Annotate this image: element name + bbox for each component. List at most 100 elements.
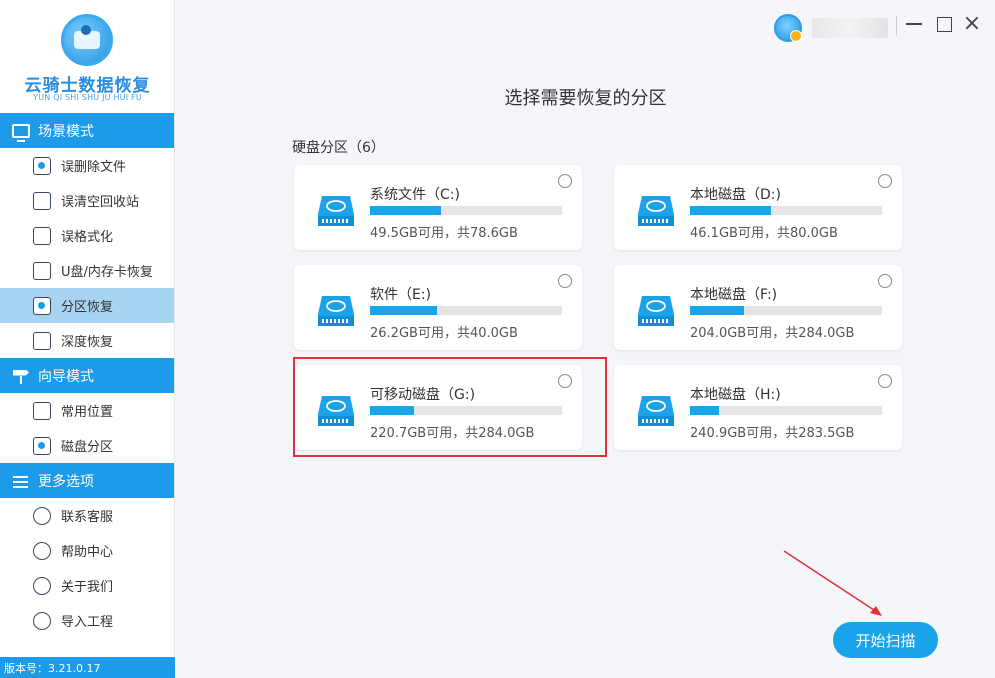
usage-bar [690,306,882,315]
minimize-button[interactable] [904,14,924,34]
maximize-button[interactable] [934,14,954,34]
hard-disk-icon [318,396,354,426]
partition-radio[interactable] [878,174,892,188]
partition-space: 220.7GB可用，共284.0GB [370,426,535,441]
nav-label: 帮助中心 [61,545,114,560]
start-scan-button[interactable]: 开始扫描 [833,622,938,658]
phone-icon [33,506,51,525]
partition-card[interactable]: 本地磁盘（F:) 204.0GB可用，共284.0GB [614,265,902,350]
vip-badge-icon [790,30,802,42]
partition-group-label: 硬盘分区（6） [292,140,385,156]
nav-label: 深度恢复 [61,335,114,350]
partition-card[interactable]: 可移动磁盘（G:) 220.7GB可用，共284.0GB [294,365,582,450]
nav-usb-card[interactable]: U盘/内存卡恢复 [0,253,174,288]
section-title: 向导模式 [38,368,94,385]
import-icon [33,611,51,630]
partition-name: 本地磁盘（F:) [690,287,778,303]
partition-name: 本地磁盘（D:) [690,187,781,203]
nav-about-us[interactable]: 关于我们 [0,568,174,603]
disk-partition-icon [33,436,51,455]
usage-bar-fill [690,206,771,215]
nav-label: 常用位置 [61,405,114,420]
hard-disk-icon [638,296,674,326]
nav-format[interactable]: 误格式化 [0,218,174,253]
usage-bar [690,206,882,215]
partition-card[interactable]: 系统文件（C:) 49.5GB可用，共78.6GB [294,165,582,250]
nav-deleted-files[interactable]: 误删除文件 [0,148,174,183]
partition-name: 可移动磁盘（G:) [370,387,476,403]
page-title: 选择需要恢复的分区 [504,88,667,109]
logo-subtitle: YUN QI SHI SHU JU HUI FU [33,93,142,102]
partition-name: 系统文件（C:) [370,187,460,203]
partition-card[interactable]: 软件（E:) 26.2GB可用，共40.0GB [294,265,582,350]
menu-icon [12,474,30,488]
nav-common-locations[interactable]: 常用位置 [0,393,174,428]
recycle-bin-icon [33,191,51,210]
nav-import-project[interactable]: 导入工程 [0,603,174,638]
nav-label: 误格式化 [61,230,114,245]
help-icon [33,541,51,560]
partition-space: 204.0GB可用，共284.0GB [690,326,855,341]
partition-radio[interactable] [558,274,572,288]
nav-label: U盘/内存卡恢复 [61,265,153,280]
pointer-arrow-icon [783,550,882,616]
format-icon [33,226,51,245]
partition-space: 240.9GB可用，共283.5GB [690,426,855,441]
partition-name: 软件（E:) [370,287,432,303]
monitor-icon [12,123,30,142]
title-bar: × [176,0,995,50]
section-title: 场景模式 [38,123,94,140]
deleted-file-icon [33,156,51,175]
section-more-options: 更多选项 [0,463,174,498]
titlebar-divider [896,16,897,36]
usage-bar [690,406,882,415]
sidebar: 云骑士数据恢复 YUN QI SHI SHU JU HUI FU 场景模式 误删… [0,0,175,678]
partition-radio[interactable] [878,374,892,388]
partition-card[interactable]: 本地磁盘（H:) 240.9GB可用，共283.5GB [614,365,902,450]
section-wizard-mode: 向导模式 [0,358,174,393]
nav-label: 导入工程 [61,615,114,630]
nav-label: 关于我们 [61,580,114,595]
nav-disk-partition[interactable]: 磁盘分区 [0,428,174,463]
partition-space: 46.1GB可用，共80.0GB [690,226,838,241]
signpost-icon [12,369,30,384]
nav-contact-support[interactable]: 联系客服 [0,498,174,533]
usage-bar-fill [370,306,438,315]
usage-bar-fill [370,406,415,415]
partition-name: 本地磁盘（H:) [690,387,781,403]
nav-label: 误删除文件 [61,160,127,175]
hard-disk-icon [638,396,674,426]
section-title: 更多选项 [38,473,94,490]
app-logo: 云骑士数据恢复 YUN QI SHI SHU JU HUI FU [0,0,174,113]
nav-label: 分区恢复 [61,300,114,315]
username[interactable] [812,18,888,38]
nav-deep-recovery[interactable]: 深度恢复 [0,323,174,358]
nav-label: 误清空回收站 [61,195,140,210]
usage-bar [370,306,562,315]
partition-icon [33,296,51,315]
usage-bar-fill [690,306,744,315]
partition-radio[interactable] [558,374,572,388]
windows-icon [33,401,51,420]
nav-label: 联系客服 [61,510,114,525]
deep-recovery-icon [33,331,51,350]
hard-disk-icon [318,296,354,326]
nav-help-center[interactable]: 帮助中心 [0,533,174,568]
usage-bar-fill [690,406,719,415]
usage-bar [370,406,562,415]
hard-disk-icon [638,196,674,226]
close-button[interactable]: × [962,13,982,35]
version-label: 版本号：3.21.0.17 [0,657,175,678]
usage-bar-fill [370,206,442,215]
usb-card-icon [33,261,51,280]
logo-knight-icon [61,14,113,66]
usage-bar [370,206,562,215]
partition-space: 49.5GB可用，共78.6GB [370,226,518,241]
partition-space: 26.2GB可用，共40.0GB [370,326,518,341]
info-icon [33,576,51,595]
partition-radio[interactable] [878,274,892,288]
nav-partition-recovery[interactable]: 分区恢复 [0,288,174,323]
nav-recycle-bin[interactable]: 误清空回收站 [0,183,174,218]
partition-radio[interactable] [558,174,572,188]
partition-card[interactable]: 本地磁盘（D:) 46.1GB可用，共80.0GB [614,165,902,250]
